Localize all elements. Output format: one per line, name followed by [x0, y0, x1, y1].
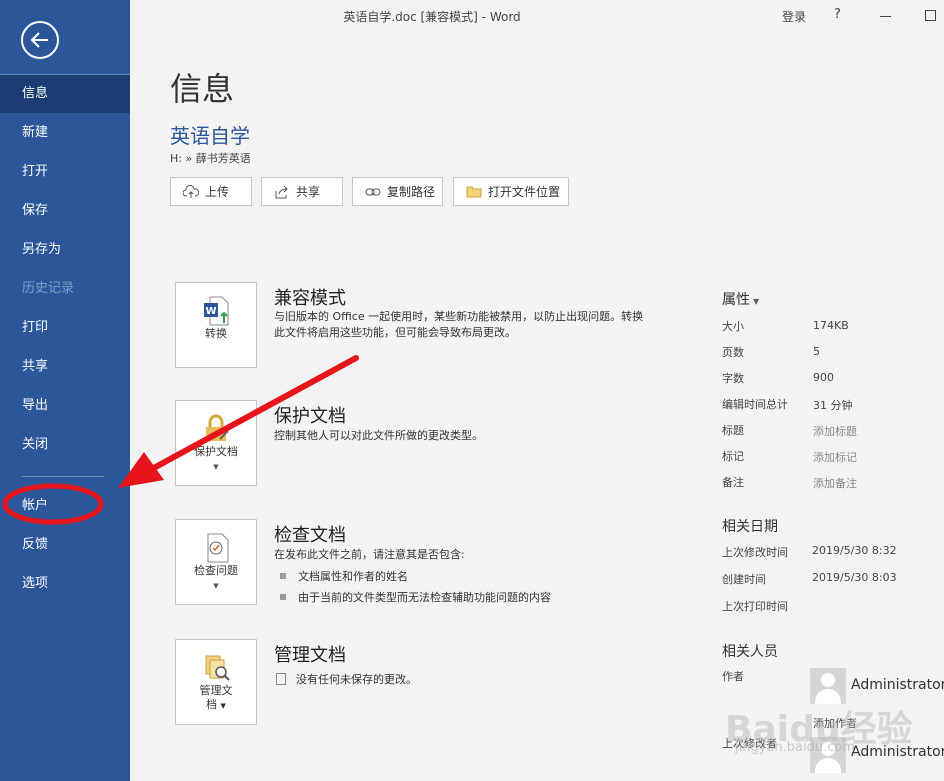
prop-label: 备注	[722, 476, 744, 489]
prop-value: 174KB	[813, 319, 849, 332]
related-people-heading: 相关人员	[722, 644, 778, 660]
cloud-upload-icon	[183, 184, 199, 200]
compat-mode-description: 与旧版本的 Office 一起使用时，某些新功能被禁用，以防止出现问题。转换此文…	[274, 310, 644, 339]
nav-history: 历史记录	[22, 281, 75, 296]
share-label: 共享	[296, 185, 321, 199]
compat-mode-title: 兼容模式	[274, 288, 346, 309]
check-issues-button[interactable]: 检查问题 ▼	[175, 519, 257, 605]
add-tags-field[interactable]: 添加标记	[813, 449, 857, 465]
lock-icon	[202, 413, 232, 445]
add-title-field[interactable]: 添加标题	[813, 423, 857, 439]
prop-label: 上次打印时间	[722, 600, 788, 613]
word-convert-icon: W	[202, 295, 232, 327]
prop-label: 大小	[722, 320, 744, 333]
dropdown-caret-icon: ▼	[213, 463, 219, 471]
prop-label: 标题	[722, 424, 744, 437]
dropdown-caret-icon: ▼	[213, 582, 219, 590]
svg-text:W: W	[205, 306, 216, 317]
protect-document-label: 保护文档	[194, 445, 238, 458]
manage-document-description: 没有任何未保存的更改。	[276, 672, 646, 688]
check-issues-label: 检查问题	[194, 564, 238, 577]
prop-value: 2019/5/30 8:32	[812, 544, 897, 557]
maximize-icon[interactable]	[925, 10, 936, 21]
prop-value: 5	[813, 345, 820, 358]
folder-icon	[466, 184, 482, 200]
copy-path-button[interactable]: 复制路径	[352, 177, 443, 206]
upload-button[interactable]: 上传	[170, 177, 252, 206]
sidebar-divider	[22, 476, 104, 477]
nav-print[interactable]: 打印	[0, 309, 130, 347]
author-name: Administrator	[851, 677, 944, 693]
nav-feedback[interactable]: 反馈	[0, 526, 130, 564]
share-button[interactable]: 共享	[261, 177, 343, 206]
minimize-icon[interactable]	[880, 16, 891, 17]
convert-button[interactable]: W 转换	[175, 282, 257, 368]
inspect-bullet: 由于当前的文件类型而无法检查辅助功能问题的内容	[280, 589, 551, 605]
baidu-watermark-url: jingyan.baidu.com	[735, 740, 855, 755]
nav-export[interactable]: 导出	[0, 387, 130, 425]
prop-value: 900	[813, 371, 834, 384]
sign-in-link[interactable]: 登录	[782, 8, 806, 25]
back-arrow-icon	[30, 32, 48, 48]
help-button[interactable]: ?	[834, 7, 841, 22]
chevron-down-icon: ▼	[753, 297, 760, 306]
red-annotation-overlay	[2, 355, 359, 525]
page-title: 信息	[170, 70, 235, 108]
manage-document-button[interactable]: 管理文 档 ▼	[175, 639, 257, 725]
upload-label: 上传	[205, 185, 230, 199]
bullet-square-icon	[280, 573, 286, 579]
title-bar: 英语自学.doc [兼容模式] - Word 登录 ?	[130, 0, 944, 32]
prop-value: 31 分钟	[813, 399, 853, 412]
nav-account[interactable]: 帐户	[0, 487, 130, 525]
protect-document-button[interactable]: 保护文档 ▼	[175, 400, 257, 486]
backstage-sidebar: 信息 新建 打开 保存 另存为 历史记录 打印 共享 导出 关闭 帐户 反馈 选…	[0, 0, 130, 781]
inspect-bullet: 文档属性和作者的姓名	[280, 568, 408, 584]
add-comments-field[interactable]: 添加备注	[813, 475, 857, 491]
nav-close[interactable]: 关闭	[0, 426, 130, 464]
manage-document-icon	[202, 652, 232, 684]
document-page-icon	[276, 673, 286, 685]
nav-options[interactable]: 选项	[0, 565, 130, 603]
nav-new[interactable]: 新建	[0, 114, 130, 152]
related-dates-heading: 相关日期	[722, 519, 778, 535]
properties-dropdown[interactable]: 属性 ▼	[722, 289, 759, 309]
author-label: 作者	[722, 670, 744, 683]
nav-info[interactable]: 信息	[0, 75, 130, 113]
dropdown-caret-icon: ▼	[220, 702, 226, 710]
nav-open[interactable]: 打开	[0, 153, 130, 191]
nav-save-as[interactable]: 另存为	[0, 231, 130, 269]
share-icon	[274, 184, 290, 200]
protect-document-title: 保护文档	[274, 406, 346, 427]
prop-label: 标记	[722, 450, 744, 463]
document-path: H: » 薛书芳英语	[170, 152, 251, 165]
nav-share[interactable]: 共享	[0, 348, 130, 386]
back-button[interactable]	[21, 21, 59, 59]
convert-label: 转换	[205, 327, 227, 340]
prop-label: 字数	[722, 372, 744, 385]
manage-document-label-line2: 档 ▼	[206, 698, 226, 711]
document-name: 英语自学	[170, 124, 250, 148]
prop-label: 页数	[722, 346, 744, 359]
protect-document-description: 控制其他人可以对此文件所做的更改类型。	[274, 429, 483, 442]
open-file-location-button[interactable]: 打开文件位置	[453, 177, 569, 206]
prop-label: 创建时间	[722, 573, 766, 586]
inspect-document-description: 在发布此文件之前，请注意其是否包含:	[274, 548, 465, 561]
window-title: 英语自学.doc [兼容模式] - Word	[343, 10, 521, 24]
bullet-square-icon	[280, 594, 286, 600]
prop-label: 编辑时间总计	[722, 398, 788, 411]
manage-document-label: 管理文	[199, 684, 233, 697]
open-file-location-label: 打开文件位置	[488, 185, 561, 199]
prop-label: 上次修改时间	[722, 546, 788, 559]
prop-value: 2019/5/30 8:03	[812, 571, 897, 584]
link-icon	[365, 184, 381, 200]
manage-document-title: 管理文档	[274, 645, 346, 666]
copy-path-label: 复制路径	[387, 185, 436, 199]
nav-save[interactable]: 保存	[0, 192, 130, 230]
avatar	[810, 668, 846, 704]
inspect-document-title: 检查文档	[274, 525, 346, 546]
inspect-document-icon	[202, 532, 232, 564]
